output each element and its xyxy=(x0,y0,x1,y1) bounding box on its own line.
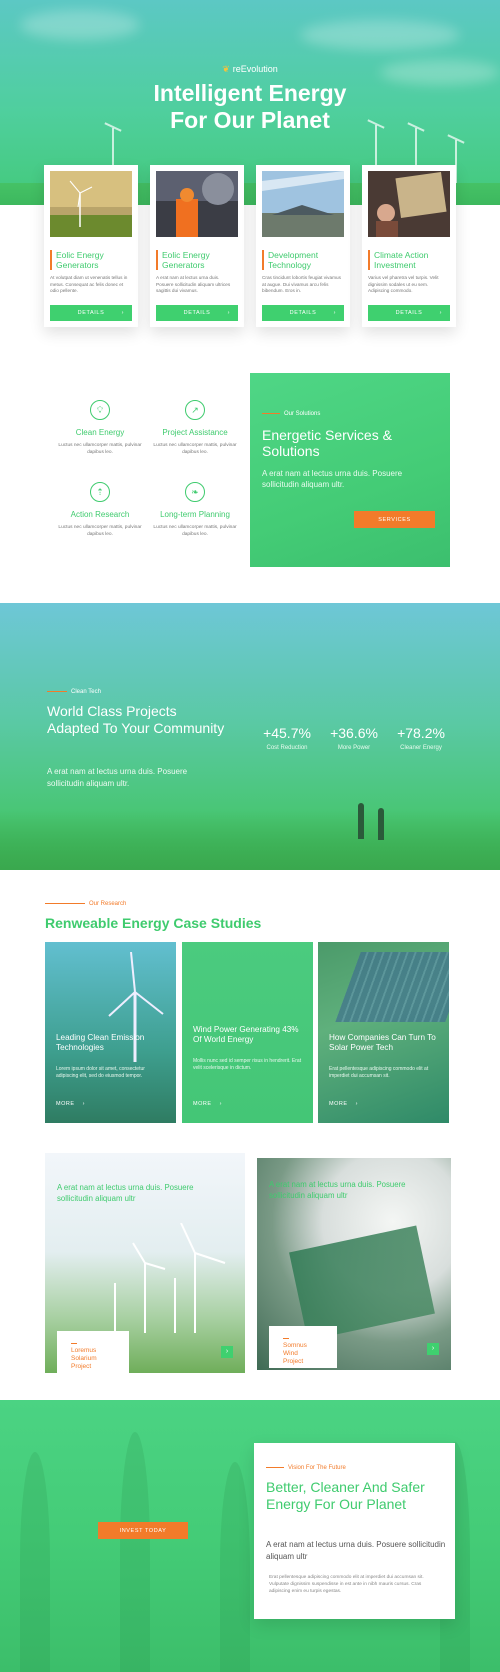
feature-item: 💡︎ Clean Energy Luctus nec ullamcorper m… xyxy=(55,400,145,456)
details-button[interactable]: DETAILS › xyxy=(368,304,450,321)
card-text: Varius vel pharetra vel turpis. Velit di… xyxy=(368,275,439,293)
feature-item: ⇡ Action Research Luctus nec ullamcorper… xyxy=(55,482,145,538)
details-button[interactable]: DETAILS › xyxy=(50,304,132,321)
case-text: Lorem ipsum dolor sit amet, consectetur … xyxy=(56,1066,145,1079)
feature-item: ↗ Project Assistance Luctus nec ullamcor… xyxy=(150,400,240,456)
feature-text: Luctus nec ullamcorper mattis, pulvinar … xyxy=(58,525,142,537)
gallery-tag: Loremus Solarium Project xyxy=(57,1331,129,1373)
chevron-right-icon: › xyxy=(227,309,230,316)
projects-kicker: Clean Tech xyxy=(47,689,101,695)
details-label: DETAILS xyxy=(395,309,423,316)
solutions-panel: Our Solutions Energetic Services & Solut… xyxy=(250,373,450,567)
card-image-engineer xyxy=(156,171,238,237)
card-image-solar-building xyxy=(262,171,344,237)
solutions-kicker: Our Solutions xyxy=(262,411,320,417)
case-card[interactable]: Leading Clean Emission Technologies Lore… xyxy=(45,942,176,1123)
chevron-right-icon: › xyxy=(121,309,124,316)
person-silhouette xyxy=(378,808,384,840)
card-text: A erat nam at lectus urna duis. Posuere … xyxy=(156,275,231,293)
gallery-image-aerial xyxy=(289,1225,435,1341)
card-text: Cras tincidunt lobortis feugiat vivamus … xyxy=(262,275,341,293)
details-label: DETAILS xyxy=(77,309,105,316)
case-title: Wind Power Generating 43% Of World Energ… xyxy=(193,1025,299,1044)
gallery-tag: Somnus Wind Project xyxy=(269,1326,337,1368)
card-title: Eolic Energy Generators xyxy=(156,250,238,270)
details-label: DETAILS xyxy=(289,309,317,316)
service-card: Climate Action Investment Varius vel pha… xyxy=(362,165,456,327)
brand-name: reEvolution xyxy=(232,64,278,74)
arrow-right-icon[interactable]: › xyxy=(427,1343,439,1355)
card-title: Development Technology xyxy=(262,250,344,270)
projects-title: World Class Projects Adapted To Your Com… xyxy=(47,703,225,736)
services-button[interactable]: SERVICES xyxy=(354,511,435,528)
more-link[interactable]: MORE › xyxy=(193,1101,222,1107)
invest-today-button[interactable]: INVEST TODAY xyxy=(98,1522,188,1539)
page: ❦ reEvolution Intelligent Energy For Our P… xyxy=(0,0,500,1672)
leaf-icon: ❦ xyxy=(222,64,230,74)
feature-text: Luctus nec ullamcorper mattis, pulvinar … xyxy=(58,443,142,455)
details-label: DETAILS xyxy=(183,309,211,316)
card-title: Climate Action Investment xyxy=(368,250,450,270)
solutions-title: Energetic Services & Solutions xyxy=(262,427,392,459)
details-button[interactable]: DETAILS › xyxy=(156,304,238,321)
chevron-right-icon: › xyxy=(439,309,442,316)
plant-icon: ⇡ xyxy=(90,482,110,502)
vision-lead: A erat nam at lectus urna duis. Posuere … xyxy=(266,1540,446,1561)
vision-text: Erat pellentesque adipiscing commodo eli… xyxy=(269,1575,424,1594)
gallery-card-solarium[interactable]: A erat nam at lectus urna duis. Posuere … xyxy=(45,1153,245,1373)
chart-icon: ↗ xyxy=(185,400,205,420)
card-title: Eolic Energy Generators xyxy=(50,250,132,270)
case-card[interactable]: Wind Power Generating 43% Of World Energ… xyxy=(182,942,313,1123)
solutions-text: A erat nam at lectus urna duis. Posuere … xyxy=(262,469,403,489)
feature-title: Long-term Planning xyxy=(160,510,230,519)
case-text: Mollis nunc sed id semper risus in hendr… xyxy=(193,1058,302,1071)
feature-text: Luctus nec ullamcorper mattis, pulvinar … xyxy=(153,443,237,455)
feature-title: Clean Energy xyxy=(75,428,125,437)
bulb-icon: 💡︎ xyxy=(90,400,110,420)
case-image-solar-panels xyxy=(335,952,449,1022)
service-card: Development Technology Cras tincidunt lo… xyxy=(256,165,350,327)
stat-more-power: +36.6% More Power xyxy=(330,725,378,751)
card-text: At volutpat diam ut venenatis tellus in … xyxy=(50,275,128,293)
gallery-card-wind[interactable]: A erat nam at lectus urna duis. Posuere … xyxy=(257,1158,451,1370)
case-studies: Leading Clean Emission Technologies Lore… xyxy=(45,942,455,1123)
person-silhouette xyxy=(358,803,364,839)
research-title: Renweable Energy Case Studies xyxy=(45,915,262,931)
stat-cost-reduction: +45.7% Cost Reduction xyxy=(263,725,311,751)
research-kicker: Our Research xyxy=(45,901,126,907)
case-title: Leading Clean Emission Technologies xyxy=(56,1033,145,1052)
feature-title: Project Assistance xyxy=(162,428,228,437)
feature-text: Luctus nec ullamcorper mattis, pulvinar … xyxy=(153,525,237,537)
service-card: Eolic Energy Generators A erat nam at le… xyxy=(150,165,244,327)
details-button[interactable]: DETAILS › xyxy=(262,304,344,321)
chevron-right-icon: › xyxy=(333,309,336,316)
hero-title-line1: Intelligent Energy xyxy=(153,80,347,106)
more-link[interactable]: MORE › xyxy=(329,1101,358,1107)
feature-item: ❧ Long-term Planning Luctus nec ullamcor… xyxy=(150,482,240,538)
projects-section: Clean Tech World Class Projects Adapted … xyxy=(0,603,500,870)
card-image-wind-turbine xyxy=(50,171,132,237)
gallery-quote: A erat nam at lectus urna duis. Posuere … xyxy=(269,1180,406,1200)
projects-text: A erat nam at lectus urna duis. Posuere … xyxy=(47,767,188,788)
gallery-quote: A erat nam at lectus urna duis. Posuere … xyxy=(57,1183,194,1203)
vision-kicker: Vision For The Future xyxy=(266,1465,346,1471)
gallery-image-turbines xyxy=(114,1223,226,1333)
service-cards: Eolic Energy Generators At volutpat diam… xyxy=(44,165,456,330)
brand-logo[interactable]: ❦ reEvolution xyxy=(0,64,500,75)
case-card[interactable]: How Companies Can Turn To Solar Power Te… xyxy=(318,942,449,1123)
service-card: Eolic Energy Generators At volutpat diam… xyxy=(44,165,138,327)
arrow-right-icon[interactable]: › xyxy=(221,1346,233,1358)
feature-title: Action Research xyxy=(70,510,130,519)
vision-title: Better, Cleaner And Safer Energy For Our… xyxy=(266,1479,425,1512)
case-title: How Companies Can Turn To Solar Power Te… xyxy=(329,1033,436,1052)
stat-cleaner-energy: +78.2% Cleaner Energy xyxy=(397,725,445,751)
more-link[interactable]: MORE › xyxy=(56,1101,85,1107)
vision-card: Vision For The Future Better, Cleaner An… xyxy=(254,1443,455,1619)
case-text: Erat pellentesque adipiscing commodo eli… xyxy=(329,1066,429,1079)
card-image-protest-sign xyxy=(368,171,450,237)
hero-title-line2: For Our Planet xyxy=(170,107,330,133)
leaf-icon: ❧ xyxy=(185,482,205,502)
hero-title: Intelligent Energy For Our Planet xyxy=(0,80,500,134)
